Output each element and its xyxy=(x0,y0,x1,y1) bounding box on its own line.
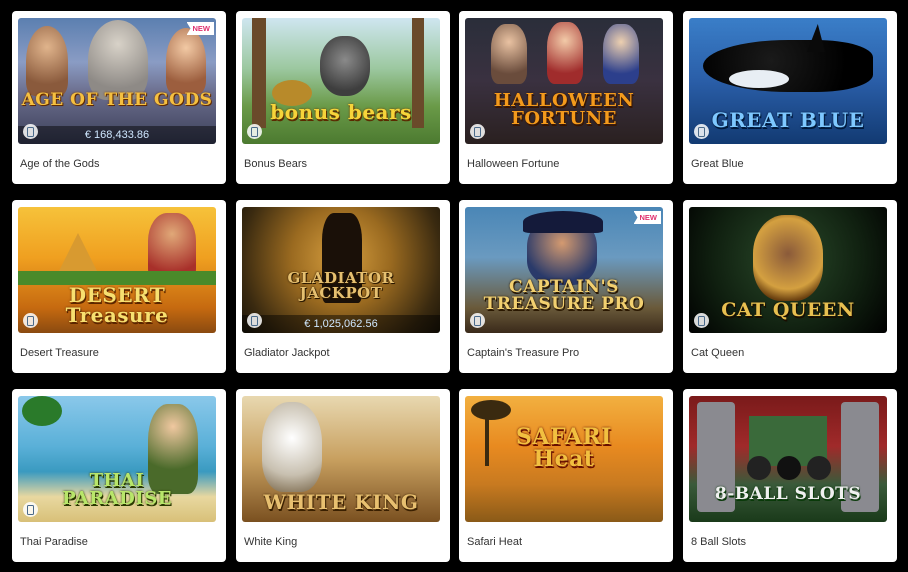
game-title[interactable]: Gladiator Jackpot xyxy=(242,347,444,359)
mobile-icon xyxy=(23,502,38,517)
game-logo: DESERT Treasure xyxy=(65,283,169,327)
game-title[interactable]: Safari Heat xyxy=(465,536,667,548)
game-logo: WHITE KING xyxy=(263,490,419,514)
mobile-icon xyxy=(247,124,262,139)
game-thumbnail[interactable]: THAI PARADISE xyxy=(18,396,216,522)
game-logo: CAPTAIN'S TREASURE PRO xyxy=(483,277,645,314)
game-thumbnail[interactable]: bonus bears xyxy=(242,18,440,144)
game-logo: CAT QUEEN xyxy=(721,299,855,321)
game-logo: GREAT BLUE xyxy=(711,108,865,132)
game-card-white-king[interactable]: WHITE KING White King xyxy=(236,389,450,562)
game-card-thai-paradise[interactable]: THAI PARADISE Thai Paradise xyxy=(12,389,226,562)
game-title[interactable]: Age of the Gods xyxy=(18,158,220,170)
game-logo: bonus bears xyxy=(270,100,412,124)
game-thumbnail[interactable]: 8-BALL SLOTS xyxy=(689,396,887,522)
mobile-icon xyxy=(470,124,485,139)
mobile-icon xyxy=(247,313,262,328)
game-thumbnail[interactable]: HALLOWEEN FORTUNE xyxy=(465,18,663,144)
game-logo: AGE OF THE GODS xyxy=(21,90,213,110)
game-thumbnail[interactable]: AGE OF THE GODS NEW € 168,433.86 xyxy=(18,18,216,144)
game-title[interactable]: 8 Ball Slots xyxy=(689,536,891,548)
game-card-great-blue[interactable]: GREAT BLUE Great Blue xyxy=(683,11,897,184)
game-title[interactable]: Desert Treasure xyxy=(18,347,220,359)
game-card-bonus-bears[interactable]: bonus bears Bonus Bears xyxy=(236,11,450,184)
mobile-icon xyxy=(470,313,485,328)
game-card-gladiator-jackpot[interactable]: GLADIATOR JACKPOT € 1,025,062.56 Gladiat… xyxy=(236,200,450,373)
game-title[interactable]: Thai Paradise xyxy=(18,536,220,548)
game-card-cat-queen[interactable]: CAT QUEEN Cat Queen xyxy=(683,200,897,373)
game-logo: SAFARI Heat xyxy=(516,424,612,472)
game-card-halloween-fortune[interactable]: HALLOWEEN FORTUNE Halloween Fortune xyxy=(459,11,673,184)
jackpot-amount: € 168,433.86 xyxy=(18,126,216,144)
game-title[interactable]: Bonus Bears xyxy=(242,158,444,170)
game-title[interactable]: Captain's Treasure Pro xyxy=(465,347,667,359)
game-artwork xyxy=(465,207,663,333)
game-thumbnail[interactable]: GREAT BLUE xyxy=(689,18,887,144)
mobile-icon xyxy=(23,124,38,139)
mobile-icon xyxy=(694,124,709,139)
game-card-safari-heat[interactable]: SAFARI Heat Safari Heat xyxy=(459,389,673,562)
game-thumbnail[interactable]: DESERT Treasure xyxy=(18,207,216,333)
game-title[interactable]: Halloween Fortune xyxy=(465,158,667,170)
game-title[interactable]: White King xyxy=(242,536,444,548)
game-thumbnail[interactable]: CAT QUEEN xyxy=(689,207,887,333)
game-logo: THAI PARADISE xyxy=(62,470,172,509)
new-badge: NEW xyxy=(633,211,661,224)
game-title[interactable]: Great Blue xyxy=(689,158,891,170)
game-thumbnail[interactable]: SAFARI Heat xyxy=(465,396,663,522)
game-thumbnail[interactable]: WHITE KING xyxy=(242,396,440,522)
game-artwork xyxy=(242,18,440,144)
game-grid: AGE OF THE GODS NEW € 168,433.86 Age of … xyxy=(0,0,908,572)
jackpot-amount: € 1,025,062.56 xyxy=(242,315,440,333)
game-card-desert-treasure[interactable]: DESERT Treasure Desert Treasure xyxy=(12,200,226,373)
game-logo: 8-BALL SLOTS xyxy=(714,484,862,504)
game-logo: GLADIATOR JACKPOT xyxy=(287,269,395,302)
game-logo: HALLOWEEN FORTUNE xyxy=(493,90,635,129)
game-thumbnail[interactable]: CAPTAIN'S TREASURE PRO NEW xyxy=(465,207,663,333)
mobile-icon xyxy=(694,313,709,328)
game-card-age-of-the-gods[interactable]: AGE OF THE GODS NEW € 168,433.86 Age of … xyxy=(12,11,226,184)
game-thumbnail[interactable]: GLADIATOR JACKPOT € 1,025,062.56 xyxy=(242,207,440,333)
game-title[interactable]: Cat Queen xyxy=(689,347,891,359)
new-badge: NEW xyxy=(186,22,214,35)
mobile-icon xyxy=(23,313,38,328)
game-card-captains-treasure-pro[interactable]: CAPTAIN'S TREASURE PRO NEW Captain's Tre… xyxy=(459,200,673,373)
game-card-8-ball-slots[interactable]: 8-BALL SLOTS 8 Ball Slots xyxy=(683,389,897,562)
